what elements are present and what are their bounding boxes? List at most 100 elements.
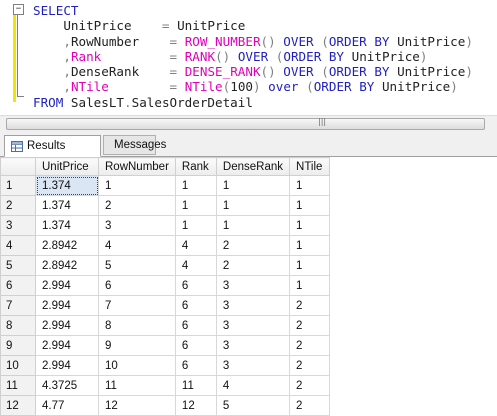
grid-cell[interactable]: 6	[174, 335, 217, 356]
tab-results[interactable]: Results	[4, 135, 101, 157]
row-number-header[interactable]	[0, 157, 36, 176]
sql-token: )	[252, 79, 261, 95]
grid-cell[interactable]: 6	[174, 315, 217, 336]
grid-cell[interactable]: 1	[289, 195, 331, 216]
table-row[interactable]: 7 2.994 7 6 3 2	[0, 295, 331, 316]
sql-token: DENSE_RANK	[184, 64, 261, 80]
row-number-cell[interactable]: 10	[0, 355, 36, 376]
grid-cell[interactable]: 10	[98, 355, 176, 376]
results-grid[interactable]: UnitPrice RowNumber Rank DenseRank NTile…	[0, 157, 497, 416]
grid-cell[interactable]: 1.374	[35, 215, 99, 236]
grid-cell[interactable]: 1	[174, 175, 217, 196]
grid-cell[interactable]: 5	[98, 255, 176, 276]
table-row[interactable]: 10 2.994 10 6 3 2	[0, 355, 331, 376]
grid-cell[interactable]: 2	[289, 295, 331, 316]
grid-cell[interactable]: 1	[289, 255, 331, 276]
row-number-cell[interactable]: 3	[0, 215, 36, 236]
grid-cell[interactable]: 1.374	[35, 195, 99, 216]
grid-cell[interactable]: 1	[174, 195, 217, 216]
column-header-rank[interactable]: Rank	[174, 157, 217, 176]
table-row[interactable]: 4 2.8942 4 4 2 1	[0, 235, 331, 256]
grid-cell[interactable]: 1	[215, 215, 291, 236]
grid-cell[interactable]: 2	[98, 195, 176, 216]
grid-cell[interactable]: 3	[215, 275, 291, 296]
grid-cell[interactable]: 7	[98, 295, 176, 316]
table-row[interactable]: 1 1.374 1 1 1 1	[0, 175, 331, 196]
grid-cell[interactable]: 2	[289, 375, 331, 396]
grid-cell[interactable]: 2	[289, 355, 331, 376]
grid-cell[interactable]: 1	[174, 215, 217, 236]
grid-cell[interactable]: 1.374	[35, 175, 99, 196]
grid-cell[interactable]: 2	[215, 255, 291, 276]
column-header-unitprice[interactable]: UnitPrice	[35, 157, 99, 176]
column-header-denserank[interactable]: DenseRank	[215, 157, 291, 176]
row-number-cell[interactable]: 6	[0, 275, 36, 296]
grid-cell[interactable]: 1	[98, 175, 176, 196]
table-row[interactable]: 8 2.994 8 6 3 2	[0, 315, 331, 336]
column-header-rownumber[interactable]: RowNumber	[98, 157, 176, 176]
table-row[interactable]: 2 1.374 2 1 1 1	[0, 195, 331, 216]
grid-cell[interactable]: 9	[98, 335, 176, 356]
tab-messages[interactable]: Messages	[103, 135, 166, 155]
grid-icon	[11, 140, 23, 152]
row-number-cell[interactable]: 4	[0, 235, 36, 256]
grid-cell[interactable]: 2	[289, 335, 331, 356]
grid-cell[interactable]: 2.8942	[35, 255, 99, 276]
grid-cell[interactable]: 4	[174, 235, 217, 256]
grid-cell[interactable]: 3	[98, 215, 176, 236]
grid-cell[interactable]: 1	[289, 215, 331, 236]
row-number-cell[interactable]: 7	[0, 295, 36, 316]
grid-cell[interactable]: 6	[174, 295, 217, 316]
grid-cell[interactable]: 2.994	[35, 335, 99, 356]
grid-cell[interactable]: 3	[215, 335, 291, 356]
grid-cell[interactable]: 1	[289, 275, 331, 296]
grid-cell[interactable]: 6	[174, 275, 217, 296]
row-number-cell[interactable]: 1	[0, 175, 36, 196]
grid-cell[interactable]: 8	[98, 315, 176, 336]
editor-horizontal-scrollbar[interactable]: |||	[0, 115, 497, 131]
grid-cell[interactable]: 11	[98, 375, 176, 396]
grid-cell[interactable]: 2.994	[35, 315, 99, 336]
sql-editor[interactable]: − SELECT UnitPrice = UnitPrice ,RowNumbe…	[0, 0, 497, 116]
results-tabbar: Results Messages	[0, 131, 497, 157]
sql-code[interactable]: SELECT UnitPrice = UnitPrice ,RowNumber …	[33, 3, 473, 110]
column-header-ntile[interactable]: NTile	[289, 157, 331, 176]
tab-messages-label: Messages	[114, 139, 167, 151]
table-row[interactable]: 5 2.8942 5 4 2 1	[0, 255, 331, 276]
grid-cell[interactable]: 4	[174, 255, 217, 276]
grid-cell[interactable]: 4.3725	[35, 375, 99, 396]
row-number-cell[interactable]: 2	[0, 195, 36, 216]
grid-cell[interactable]: 2.8942	[35, 235, 99, 256]
scrollbar-thumb[interactable]	[6, 118, 485, 130]
table-row[interactable]: 6 2.994 6 6 3 1	[0, 275, 331, 296]
grid-cell[interactable]: 1	[289, 175, 331, 196]
grid-cell[interactable]: 2.994	[35, 295, 99, 316]
table-row[interactable]: 3 1.374 3 1 1 1	[0, 215, 331, 236]
grid-cell[interactable]: 6	[98, 275, 176, 296]
collapse-icon[interactable]: −	[13, 4, 24, 15]
grid-cell[interactable]: 2.994	[35, 275, 99, 296]
grid-cell[interactable]: 3	[215, 355, 291, 376]
grid-cell[interactable]: 2	[215, 235, 291, 256]
grid-cell[interactable]: 11	[174, 375, 217, 396]
table-row[interactable]: 11 4.3725 11 11 4 2	[0, 375, 331, 396]
grid-cell[interactable]: 3	[215, 295, 291, 316]
row-number-cell[interactable]: 8	[0, 315, 36, 336]
sql-token: )	[450, 79, 458, 95]
sql-token: ,	[63, 33, 71, 49]
row-number-cell[interactable]: 9	[0, 335, 36, 356]
grid-cell[interactable]: 4	[215, 375, 291, 396]
row-number-cell[interactable]: 5	[0, 255, 36, 276]
grid-cell[interactable]: 1	[289, 235, 331, 256]
row-number-cell[interactable]: 11	[0, 375, 36, 396]
grid-cell[interactable]: 3	[215, 315, 291, 336]
grid-cell[interactable]: 1	[215, 195, 291, 216]
grid-cell[interactable]: 2	[289, 315, 331, 336]
grid-cell[interactable]: 1	[215, 175, 291, 196]
grid-cell[interactable]: 2.994	[35, 355, 99, 376]
sql-token: SELECT	[33, 3, 79, 18]
grid-cell[interactable]: 4	[98, 235, 176, 256]
table-row[interactable]: 9 2.994 9 6 3 2	[0, 335, 331, 356]
grid-cell[interactable]: 6	[174, 355, 217, 376]
